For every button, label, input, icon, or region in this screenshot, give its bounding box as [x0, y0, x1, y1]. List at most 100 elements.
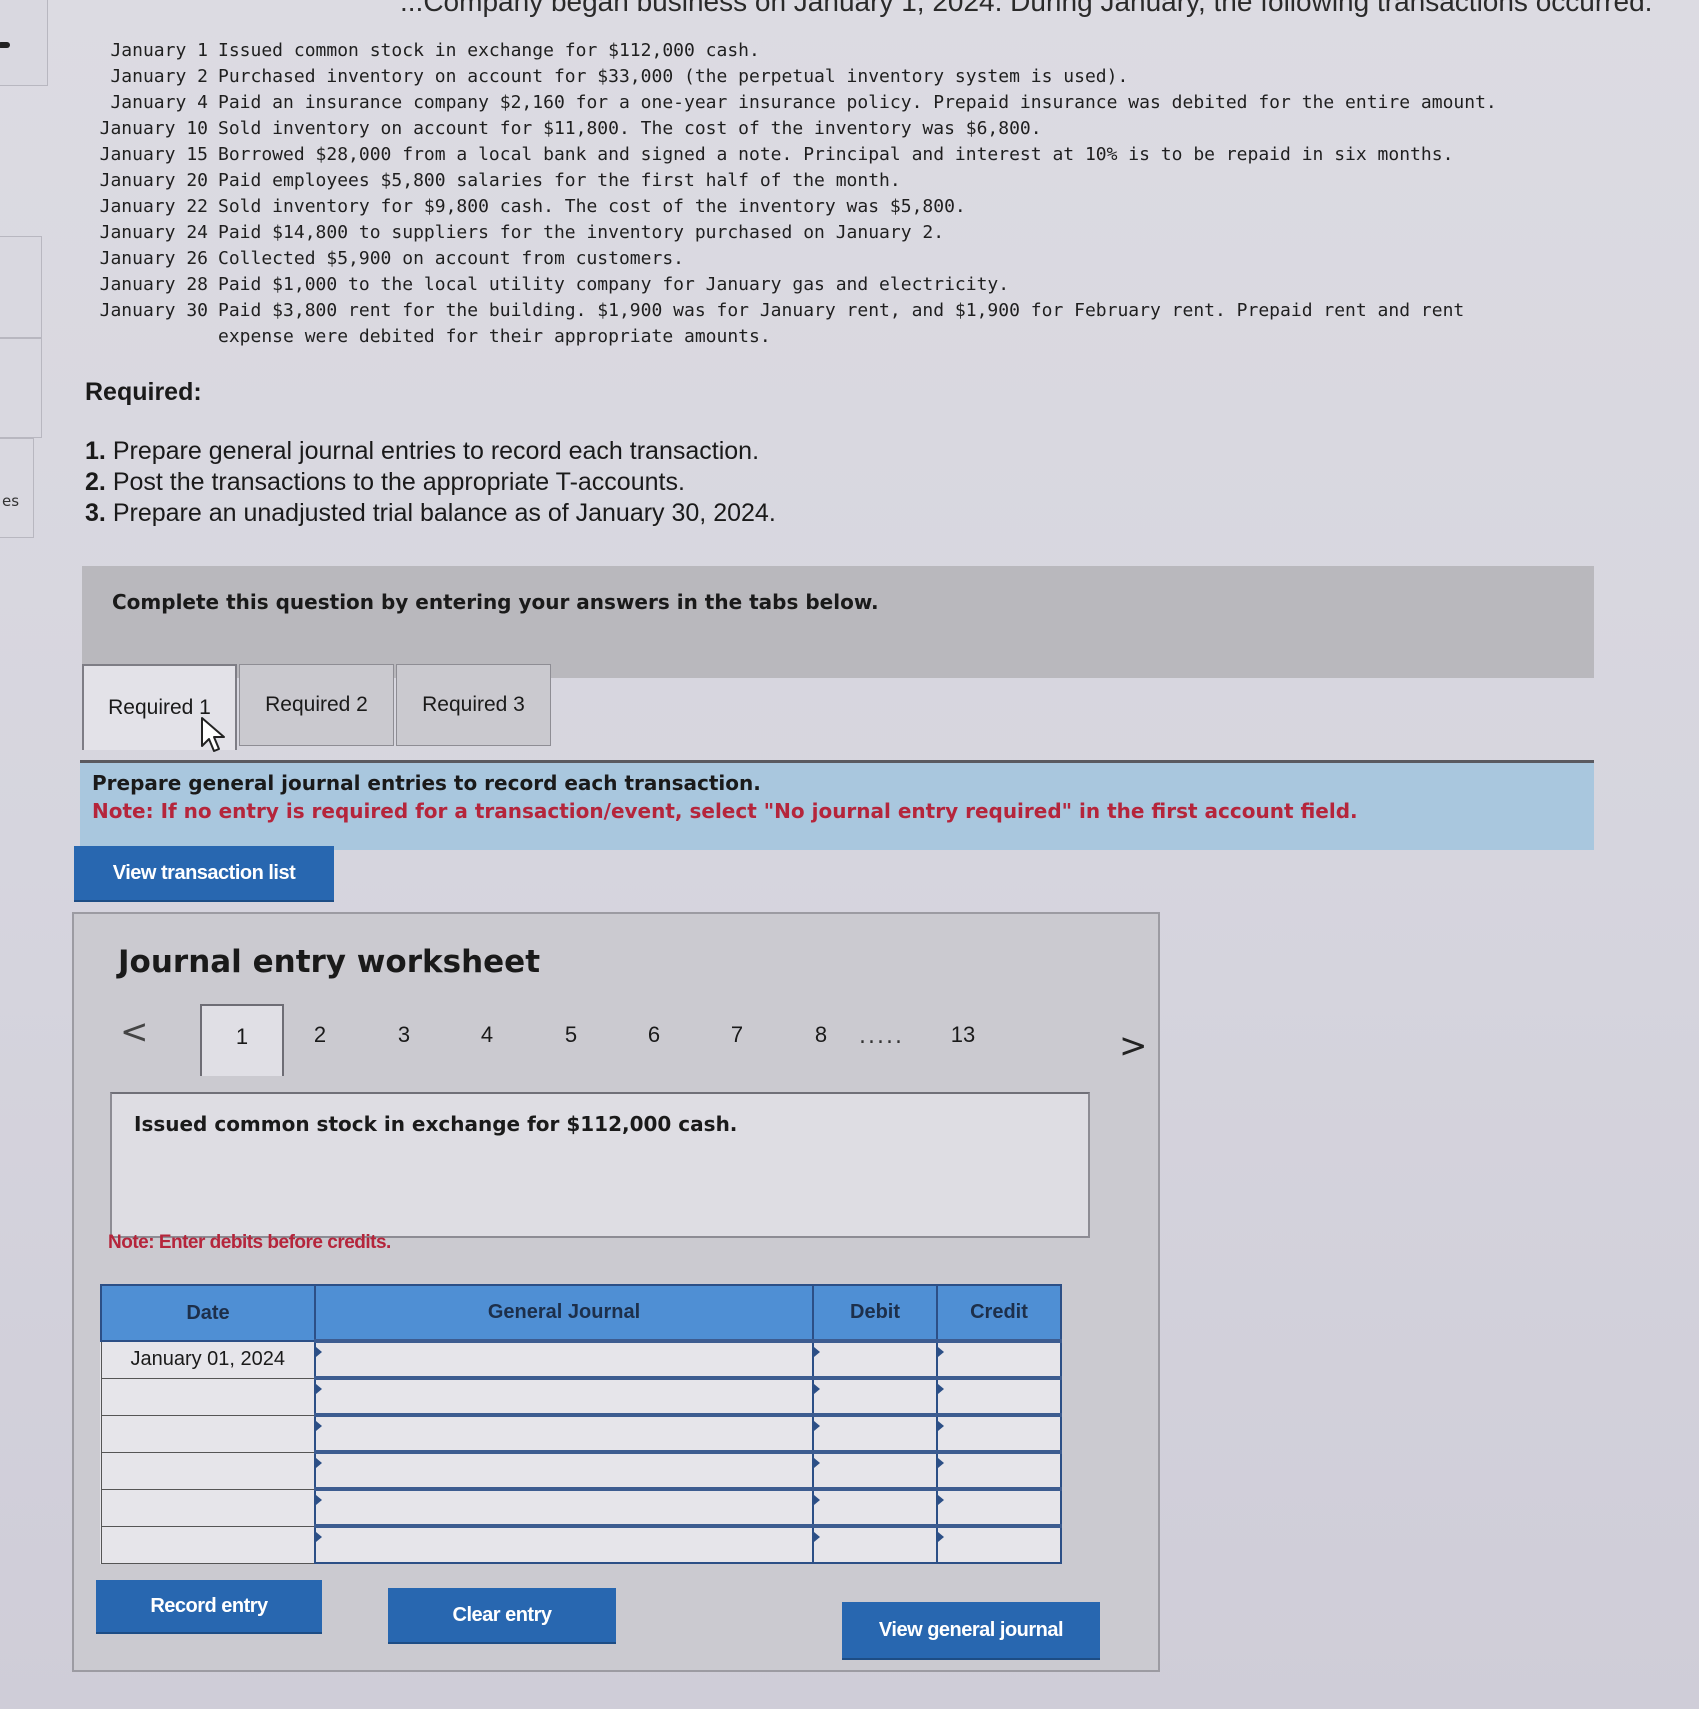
debit-input[interactable]: [814, 1343, 936, 1376]
pager-item-5[interactable]: 5: [551, 1022, 591, 1048]
table-row: January 01, 2024: [100, 1339, 1062, 1379]
debit-cell[interactable]: [812, 1339, 938, 1379]
sidebar-panel[interactable]: [0, 338, 42, 438]
debit-cell[interactable]: [812, 1524, 938, 1564]
required-item: 1. Prepare general journal entries to re…: [85, 436, 776, 467]
debit-input[interactable]: [814, 1454, 936, 1487]
input-marker-icon: [814, 1532, 820, 1542]
input-marker-icon: [814, 1495, 820, 1505]
account-cell[interactable]: [314, 1487, 814, 1527]
view-transaction-list-button[interactable]: View transaction list: [74, 846, 334, 900]
account-cell[interactable]: [314, 1339, 814, 1379]
dropdown-marker-icon: [316, 1532, 322, 1542]
account-input[interactable]: [316, 1343, 812, 1376]
transaction-row: January 2 Purchased inventory on account …: [88, 64, 1608, 90]
debit-input[interactable]: [814, 1380, 936, 1413]
column-header-credit: Credit: [936, 1284, 1062, 1342]
sidebar-handle-icon: [0, 42, 10, 48]
pager-item-2[interactable]: 2: [300, 1022, 340, 1048]
transaction-date: January 1: [110, 40, 208, 61]
date-cell: [100, 1488, 316, 1527]
credit-cell[interactable]: [936, 1487, 1062, 1527]
required-number: 3.: [85, 499, 106, 527]
debit-cell[interactable]: [812, 1450, 938, 1490]
required-number: 1.: [85, 437, 106, 465]
required-text: Prepare general journal entries to recor…: [112, 437, 760, 465]
credit-input[interactable]: [938, 1491, 1060, 1524]
required-tabs: Required 1 Required 2 Required 3: [82, 664, 553, 750]
debit-input[interactable]: [814, 1528, 936, 1562]
debit-input[interactable]: [814, 1417, 936, 1450]
tab-required-3[interactable]: Required 3: [396, 664, 551, 746]
date-cell: January 01, 2024: [100, 1340, 316, 1379]
pager-item-3[interactable]: 3: [384, 1022, 424, 1048]
credit-cell[interactable]: [936, 1376, 1062, 1416]
transaction-row: January 20 Paid employees $5,800 salaries…: [88, 168, 1608, 194]
debit-input[interactable]: [814, 1491, 936, 1524]
account-input[interactable]: [316, 1380, 812, 1413]
credit-cell[interactable]: [936, 1339, 1062, 1379]
transaction-description: Sold inventory for $9,800 cash. The cost…: [218, 196, 966, 217]
transaction-date: January 15: [99, 144, 208, 165]
pager-item-6[interactable]: 6: [634, 1022, 674, 1048]
account-input[interactable]: [316, 1528, 812, 1562]
table-header-row: Date General Journal Debit Credit: [100, 1284, 1062, 1342]
dropdown-marker-icon: [316, 1458, 322, 1468]
account-cell[interactable]: [314, 1413, 814, 1453]
pager-item-8[interactable]: 8: [801, 1022, 841, 1048]
debit-cell[interactable]: [812, 1413, 938, 1453]
pager-item-4[interactable]: 4: [467, 1022, 507, 1048]
instruction-banner: Complete this question by entering your …: [82, 566, 1594, 678]
prompt-text: Prepare general journal entries to recor…: [92, 771, 761, 795]
account-input[interactable]: [316, 1454, 812, 1487]
account-input[interactable]: [316, 1417, 812, 1450]
sidebar-panel[interactable]: [0, 236, 42, 338]
input-marker-icon: [814, 1347, 820, 1357]
dropdown-marker-icon: [316, 1347, 322, 1357]
pager-item-13[interactable]: 13: [943, 1022, 983, 1048]
transaction-description-box: Issued common stock in exchange for $112…: [110, 1092, 1090, 1238]
table-row: [100, 1487, 1062, 1527]
account-input[interactable]: [316, 1491, 812, 1524]
required-item: 2. Post the transactions to the appropri…: [85, 467, 776, 498]
mouse-cursor-icon: [201, 717, 225, 752]
credit-input[interactable]: [938, 1528, 1060, 1562]
account-cell[interactable]: [314, 1376, 814, 1416]
required-number: 2.: [85, 468, 106, 496]
chevron-right-icon[interactable]: >: [1119, 1026, 1148, 1066]
sidebar-panel[interactable]: [0, 438, 34, 538]
input-marker-icon: [814, 1421, 820, 1431]
input-marker-icon: [938, 1532, 944, 1542]
input-marker-icon: [938, 1495, 944, 1505]
table-row: [100, 1376, 1062, 1416]
required-text: Prepare an unadjusted trial balance as o…: [112, 499, 776, 527]
column-header-date: Date: [100, 1284, 316, 1342]
required-list: 1. Prepare general journal entries to re…: [85, 436, 776, 529]
credit-cell[interactable]: [936, 1450, 1062, 1490]
pager-item-7[interactable]: 7: [717, 1022, 757, 1048]
account-cell[interactable]: [314, 1450, 814, 1490]
tab-required-2[interactable]: Required 2: [239, 664, 394, 746]
instruction-text: Complete this question by entering your …: [112, 590, 879, 614]
transaction-row: January 10 Sold inventory on account for …: [88, 116, 1608, 142]
account-cell[interactable]: [314, 1524, 814, 1564]
view-general-journal-button[interactable]: View general journal: [842, 1602, 1100, 1658]
transaction-date: January 22: [99, 196, 208, 217]
clear-entry-button[interactable]: Clear entry: [388, 1588, 616, 1642]
pager-item-1[interactable]: 1: [200, 1004, 284, 1076]
credit-input[interactable]: [938, 1417, 1060, 1450]
credit-input[interactable]: [938, 1380, 1060, 1413]
transaction-row: January 4 Paid an insurance company $2,16…: [88, 90, 1608, 116]
sidebar-panel[interactable]: [0, 0, 48, 86]
dropdown-marker-icon: [316, 1421, 322, 1431]
debit-cell[interactable]: [812, 1487, 938, 1527]
debit-cell[interactable]: [812, 1376, 938, 1416]
transaction-description: Borrowed $28,000 from a local bank and s…: [218, 144, 1454, 165]
credit-cell[interactable]: [936, 1524, 1062, 1564]
record-entry-button[interactable]: Record entry: [96, 1580, 322, 1632]
chevron-left-icon[interactable]: <: [120, 1012, 149, 1052]
credit-input[interactable]: [938, 1343, 1060, 1376]
credit-cell[interactable]: [936, 1413, 1062, 1453]
credit-input[interactable]: [938, 1454, 1060, 1487]
input-marker-icon: [938, 1458, 944, 1468]
